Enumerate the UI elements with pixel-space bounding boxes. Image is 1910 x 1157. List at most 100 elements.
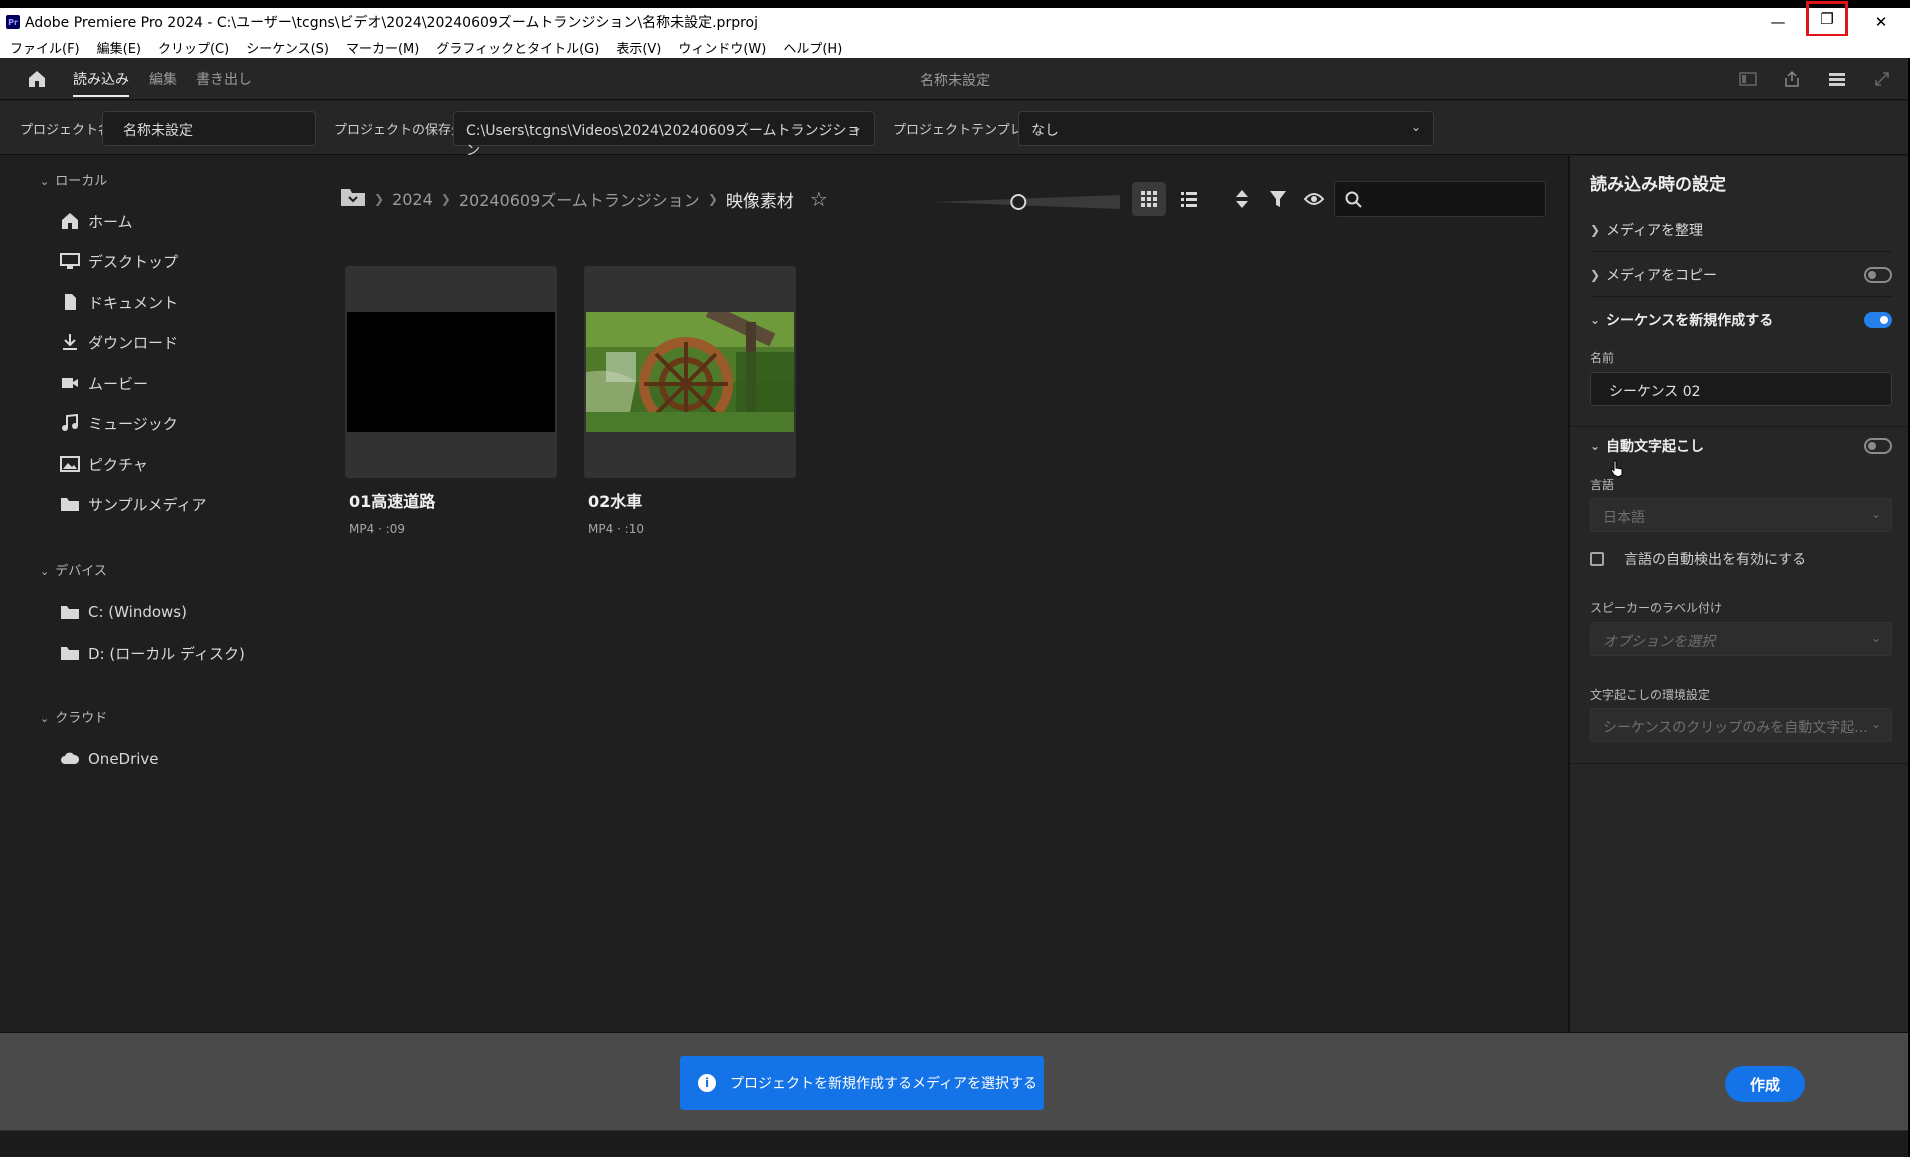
- breadcrumb-item[interactable]: 2024: [392, 190, 433, 209]
- workspace-menu-button[interactable]: [1827, 69, 1847, 89]
- menu-window[interactable]: ウィンドウ(W): [678, 38, 766, 57]
- sidebar-item-label: ドキュメント: [88, 293, 179, 312]
- divider: [1570, 763, 1910, 764]
- sidebar-item-drive-c[interactable]: C: (Windows): [60, 599, 187, 625]
- organize-media-row[interactable]: ❯ メディアを整理: [1590, 208, 1892, 252]
- menu-clip[interactable]: クリップ(C): [158, 38, 229, 57]
- copy-media-toggle[interactable]: [1864, 267, 1892, 283]
- transcribe-pref-label: 文字起こしの環境設定: [1590, 688, 1711, 702]
- folder-menu-button[interactable]: [340, 186, 366, 212]
- sidebar-item-documents[interactable]: ドキュメント: [60, 289, 178, 315]
- minimize-button[interactable]: —: [1755, 8, 1801, 36]
- auto-transcribe-toggle[interactable]: [1864, 438, 1892, 454]
- workspace-header: 読み込み 編集 書き出し 名称未設定: [0, 58, 1910, 100]
- media-thumbnail[interactable]: [584, 266, 796, 478]
- sequence-name-input[interactable]: シーケンス 02: [1590, 372, 1892, 406]
- fullscreen-button[interactable]: [1872, 69, 1892, 89]
- menu-help[interactable]: ヘルプ(H): [783, 38, 842, 57]
- chevron-down-icon: ⌄: [1590, 313, 1601, 327]
- sidebar-item-label: ピクチャ: [88, 455, 148, 474]
- sidebar-item-drive-d[interactable]: D: (ローカル ディスク): [60, 640, 245, 666]
- checkbox-icon: [1590, 552, 1604, 566]
- grid-view-button[interactable]: [1132, 182, 1166, 216]
- restore-button[interactable]: ❐: [1806, 1, 1848, 37]
- sidebar-item-downloads[interactable]: ダウンロード: [60, 329, 178, 355]
- sort-button[interactable]: [1225, 182, 1259, 216]
- chevron-down-icon: ⌄: [40, 175, 50, 188]
- sidebar-item-movies[interactable]: ムービー: [60, 370, 148, 396]
- list-view-button[interactable]: [1172, 182, 1206, 216]
- workspace-menu-icon: [1829, 73, 1845, 86]
- language-select[interactable]: 日本語 ⌄: [1590, 498, 1892, 532]
- copy-media-row[interactable]: ❯ メディアをコピー: [1590, 253, 1892, 297]
- section-cloud[interactable]: ⌄ クラウド: [40, 707, 107, 726]
- speaker-placeholder: オプションを選択: [1603, 634, 1715, 650]
- menu-file[interactable]: ファイル(F): [10, 38, 80, 57]
- new-sequence-toggle[interactable]: [1864, 312, 1892, 328]
- sidebar-item-music[interactable]: ミュージック: [60, 410, 178, 436]
- media-thumbnail[interactable]: [345, 266, 557, 478]
- share-button[interactable]: [1782, 69, 1802, 89]
- section-local-label: ローカル: [55, 174, 108, 189]
- panel-layout-icon: [1739, 72, 1757, 86]
- slider-knob[interactable]: [1010, 194, 1027, 210]
- auto-detect-label: 言語の自動検出を有効にする: [1624, 552, 1807, 568]
- menu-graphics[interactable]: グラフィックとタイトル(G): [436, 38, 599, 57]
- transcribe-pref-select[interactable]: シーケンスのクリップのみを自動文字起... ⌄: [1590, 708, 1892, 742]
- sidebar-item-label: ミュージック: [88, 414, 178, 433]
- breadcrumb-separator-icon: ❯: [374, 192, 385, 206]
- chevron-right-icon: ❯: [1590, 222, 1601, 237]
- thumbnail-size-slider[interactable]: [932, 193, 1122, 211]
- auto-transcribe-row[interactable]: ⌄ 自動文字起こし: [1590, 424, 1892, 468]
- new-sequence-label: シーケンスを新規作成する: [1606, 313, 1774, 329]
- menu-marker[interactable]: マーカー(M): [346, 38, 419, 57]
- list-icon: [1181, 192, 1197, 207]
- restore-icon: ❐: [1820, 10, 1834, 28]
- media-item-name: 01高速道路: [349, 492, 436, 511]
- grid-icon: [1141, 191, 1157, 207]
- new-sequence-row[interactable]: ⌄ シーケンスを新規作成する: [1590, 298, 1892, 342]
- panel-layout-button[interactable]: [1738, 69, 1758, 89]
- document-icon: [60, 292, 80, 312]
- sidebar-item-pictures[interactable]: ピクチャ: [60, 451, 148, 477]
- media-item[interactable]: 02水車 MP4 · :10: [584, 266, 796, 536]
- menu-sequence[interactable]: シーケンス(S): [246, 38, 329, 57]
- sidebar-item-label: C: (Windows): [88, 603, 187, 621]
- menu-edit[interactable]: 編集(E): [97, 38, 141, 57]
- chevron-down-icon: ⌄: [1870, 717, 1881, 731]
- menu-view[interactable]: 表示(V): [616, 38, 661, 57]
- close-icon: ✕: [1874, 13, 1888, 31]
- footer-strip: [0, 1130, 1910, 1157]
- sidebar-item-desktop[interactable]: デスクトップ: [60, 248, 178, 274]
- project-template-select[interactable]: なし ⌄: [1018, 111, 1434, 146]
- close-button[interactable]: ✕: [1858, 8, 1904, 36]
- chevron-down-icon: ⌄: [1870, 507, 1881, 521]
- sidebar-item-sample-media[interactable]: サンプルメディア: [60, 491, 207, 517]
- project-location-select[interactable]: C:\Users\tcgns\Videos\2024\20240609ズームトラ…: [453, 111, 875, 159]
- section-cloud-label: クラウド: [55, 711, 108, 726]
- create-button[interactable]: 作成: [1725, 1066, 1805, 1102]
- media-item-meta: MP4 · :10: [588, 522, 644, 536]
- window-title: Adobe Premiere Pro 2024 - C:\ユーザー\tcgns\…: [25, 15, 758, 31]
- preview-toggle-button[interactable]: [1297, 182, 1331, 216]
- section-local[interactable]: ⌄ ローカル: [40, 170, 107, 189]
- sidebar-item-onedrive[interactable]: OneDrive: [60, 746, 159, 772]
- project-title: 名称未設定: [920, 73, 990, 89]
- favorite-star-icon[interactable]: ☆: [810, 187, 828, 211]
- selection-notice: i プロジェクトを新規作成するメディアを選択する: [680, 1056, 1044, 1110]
- desktop-icon: [60, 251, 80, 271]
- filter-button[interactable]: [1261, 182, 1295, 216]
- auto-detect-checkbox[interactable]: 言語の自動検出を有効にする: [1590, 549, 1806, 569]
- breadcrumb-item[interactable]: 20240609ズームトランジション: [459, 187, 700, 211]
- premiere-logo-icon: Pr: [6, 15, 20, 29]
- speaker-select[interactable]: オプションを選択 ⌄: [1590, 622, 1892, 656]
- search-input[interactable]: [1334, 181, 1546, 217]
- sidebar-item-home[interactable]: ホーム: [60, 208, 133, 234]
- chevron-down-icon: ⌄: [1410, 120, 1421, 134]
- speaker-label: スピーカーのラベル付け: [1590, 601, 1723, 615]
- folder-chevron-icon: [341, 189, 365, 206]
- media-item[interactable]: 01高速道路 MP4 · :09: [345, 266, 557, 536]
- section-devices[interactable]: ⌄ デバイス: [40, 560, 107, 579]
- project-name-input[interactable]: 名称未設定: [102, 111, 316, 146]
- breadcrumb-separator-icon: ❯: [440, 192, 451, 206]
